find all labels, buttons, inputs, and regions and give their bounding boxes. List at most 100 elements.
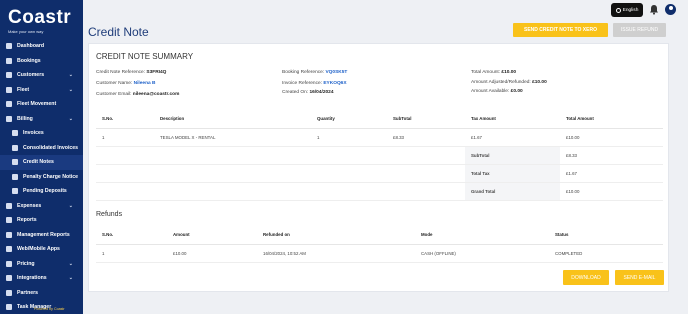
sidebar-item[interactable]: Reports [0, 213, 83, 228]
total-amount-value: £10.00 [501, 70, 517, 75]
language-button[interactable]: English [611, 3, 643, 17]
sidebar-item-label: Bookings [17, 57, 41, 64]
sidebar-item-label: Reports [17, 217, 37, 224]
total-tax-label: Total Tax [465, 164, 560, 183]
table-cell: TESLA MODEL X - RENTAL [154, 128, 311, 147]
sidebar-item[interactable]: Invoices [0, 126, 83, 141]
bell-icon[interactable] [649, 4, 659, 15]
invoice-icon [12, 130, 18, 137]
sidebar-item-label: Penalty Charge Notice [23, 173, 79, 180]
brand-logo[interactable]: Coastr Make your own way [8, 7, 78, 35]
amount-adjusted: Amount Adjusted/Refunded: £10.00 [471, 80, 547, 85]
sidebar-item[interactable]: Fleet ⌄ [0, 83, 83, 98]
customer-email: Customer Email: nileena@coastr.com [96, 92, 179, 97]
sidebar-item[interactable]: Expenses ⌄ [0, 199, 83, 214]
sidebar-item[interactable]: Pending Deposits [0, 184, 83, 199]
booking-ref-link[interactable]: VQ0SK5T [325, 70, 347, 75]
customer-name-label: Customer Name: [96, 81, 133, 86]
total-amount: Total Amount: £10.00 [471, 70, 516, 75]
chevron-down-icon: ⌄ [68, 275, 73, 281]
subtotal-row: SubTotal £8.33 [96, 146, 663, 165]
sidebar-item[interactable]: Credit Notes [0, 155, 83, 170]
column-header: Mode [415, 226, 549, 245]
total-tax-row: Total Tax £1.67 [96, 164, 663, 183]
sidebar-item[interactable]: Bookings [0, 54, 83, 69]
sidebar-item-label: Fleet Movement [17, 101, 57, 108]
chevron-down-icon: ⌄ [68, 72, 73, 78]
grand-total-row: Grand Total £10.00 [96, 182, 663, 201]
user-avatar-icon[interactable] [665, 4, 676, 15]
deposit-icon [12, 188, 18, 195]
credit-note-ref-label: Credit Note Reference: [96, 70, 146, 75]
created-on-value: 16/04/2024 [309, 90, 334, 95]
logo-text: Coastr [8, 7, 72, 28]
refunds-title: Refunds [96, 211, 123, 218]
issue-refund-button[interactable]: ISSUE REFUND [613, 23, 666, 37]
table-cell: £8.33 [387, 128, 465, 147]
summary-title: CREDIT NOTE SUMMARY [96, 52, 194, 61]
billing-icon [6, 115, 12, 122]
table-cell: £1.67 [465, 128, 560, 147]
invoice-ref-label: Invoice Reference: [282, 81, 322, 86]
invoice-ref-link[interactable]: EYKOQ6X [323, 81, 346, 86]
created-on: Created On: 16/04/2024 [282, 90, 334, 95]
fleet-movement-icon [6, 101, 12, 108]
send-email-button[interactable]: SEND E-MAIL [615, 270, 664, 285]
consolidated-invoice-icon [12, 144, 18, 151]
powered-by: Powered by Coastr [34, 307, 65, 311]
customer-name-link[interactable]: Nileena B [134, 81, 156, 86]
amount-available-value: £0.00 [510, 89, 523, 94]
sidebar-item[interactable]: Web/Mobile Apps [0, 242, 83, 257]
sidebar-item-label: Billing [17, 115, 33, 122]
table-cell: 1 [96, 128, 154, 147]
table-cell: £10.00 [167, 244, 257, 263]
sidebar-item[interactable]: Billing ⌄ [0, 112, 83, 127]
sidebar-item[interactable]: Fleet Movement [0, 97, 83, 112]
sidebar-item[interactable]: Management Reports [0, 228, 83, 243]
column-header: S.No. [96, 226, 167, 245]
credit-note-icon [12, 159, 18, 166]
globe-icon [615, 7, 621, 13]
table-row: 1 TESLA MODEL X - RENTAL 1 £8.33 £1.67 £… [96, 128, 663, 147]
sidebar-item-label: Integrations [17, 275, 47, 282]
table-cell: COMPLETED [549, 244, 663, 263]
column-header: Description [154, 110, 311, 129]
subtotal-label: SubTotal [465, 146, 560, 165]
integrations-icon [6, 275, 12, 282]
pricing-icon [6, 260, 12, 267]
amount-adjusted-value: £10.00 [532, 80, 547, 85]
sidebar-item[interactable]: Partners [0, 286, 83, 301]
table-cell: 16/04/2024, 10:52 AM [257, 244, 415, 263]
sidebar-item[interactable]: Customers ⌄ [0, 68, 83, 83]
reports-icon [6, 217, 12, 224]
logo-tagline: Make your own way [8, 29, 44, 34]
sidebar-item-label: Management Reports [17, 231, 70, 238]
subtotal-value: £8.33 [560, 146, 663, 165]
refunds-table: S.No. Amount Refunded on Mode Status 1 £… [96, 226, 663, 263]
grand-total-label: Grand Total [465, 182, 560, 201]
expenses-icon [6, 202, 12, 209]
table-cell: 1 [311, 128, 387, 147]
sidebar-item[interactable]: Pricing ⌄ [0, 257, 83, 272]
download-button[interactable]: DOWNLOAD [563, 270, 609, 285]
amount-adjusted-label: Amount Adjusted/Refunded: [471, 80, 531, 85]
sidebar-item-label: Expenses [17, 202, 42, 209]
column-header: Tax Amount [465, 110, 560, 129]
customer-email-value: nileena@coastr.com [132, 92, 180, 97]
language-label: English [622, 7, 639, 13]
booking-reference: Booking Reference: VQ0SK5T [282, 70, 347, 75]
refunds-table-header: S.No. Amount Refunded on Mode Status [96, 226, 663, 245]
column-header: Total Amount [560, 110, 663, 129]
task-icon [6, 304, 12, 311]
chevron-down-icon: ⌄ [68, 260, 73, 267]
items-table-header: S.No. Description Quantity SubTotal Tax … [96, 110, 663, 129]
chevron-down-icon: ⌄ [68, 115, 73, 122]
page-title: Credit Note [88, 25, 149, 39]
sidebar-item[interactable]: Integrations ⌄ [0, 271, 83, 286]
table-row: 1 £10.00 16/04/2024, 10:52 AM CASH (OFFL… [96, 244, 663, 263]
apps-icon [6, 246, 12, 253]
sidebar-item[interactable]: Dashboard [0, 39, 83, 54]
send-to-xero-button[interactable]: SEND CREDIT NOTE TO XERO [513, 23, 608, 37]
sidebar-item[interactable]: Consolidated Invoices [0, 141, 83, 156]
sidebar-item[interactable]: Penalty Charge Notice [0, 170, 83, 185]
